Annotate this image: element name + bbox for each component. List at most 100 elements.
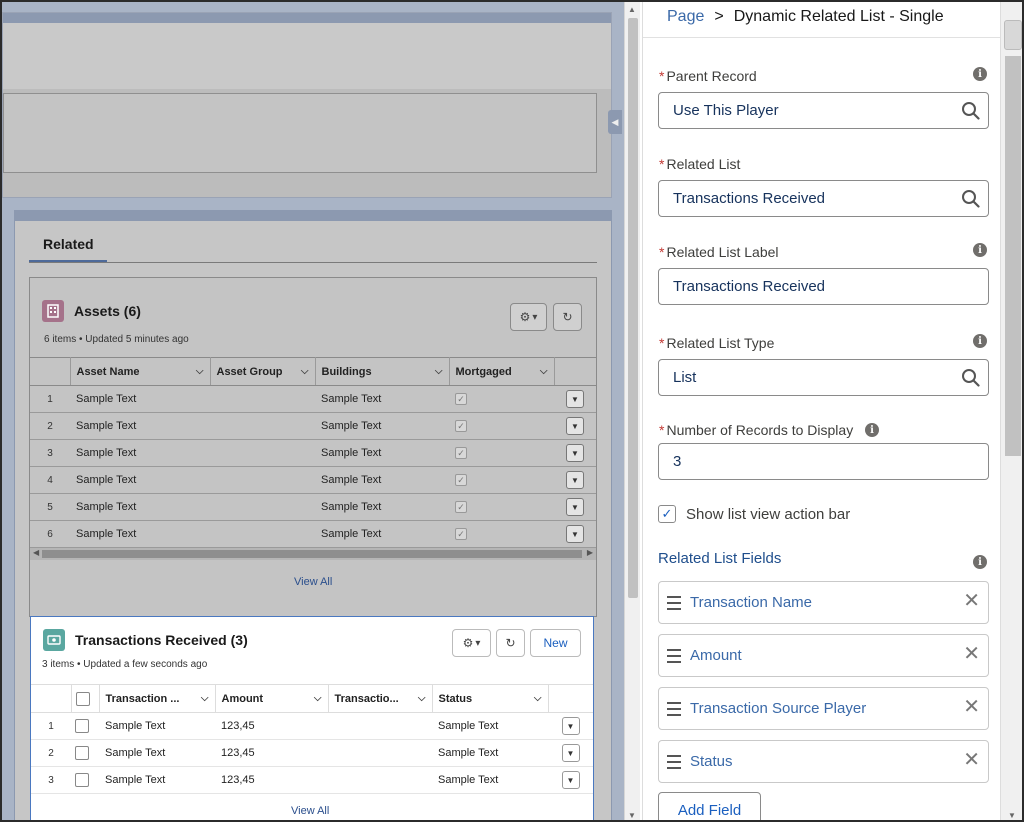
header-component-placeholder[interactable]	[2, 12, 612, 198]
buildings-cell: Sample Text	[315, 466, 449, 494]
drag-handle-icon[interactable]	[667, 755, 681, 773]
chevron-down-icon[interactable]: ⌵	[534, 693, 542, 704]
scroll-thumb[interactable]	[1005, 56, 1021, 456]
row-action-dropdown[interactable]: ▼	[566, 498, 584, 516]
add-field-button[interactable]: Add Field	[658, 792, 761, 820]
row-checkbox[interactable]	[75, 746, 89, 760]
column-header[interactable]: Asset Name ⌵	[70, 357, 211, 386]
transactions-subtitle: 3 items • Updated a few seconds ago	[42, 659, 208, 670]
row-action-dropdown[interactable]: ▼	[561, 717, 580, 735]
scroll-thumb[interactable]	[628, 18, 638, 598]
transactions-view-all-link[interactable]: View All	[291, 805, 329, 817]
parent-record-field[interactable]: Use This Player	[658, 92, 989, 129]
search-icon[interactable]	[961, 101, 980, 125]
scroll-down-icon[interactable]: ▼	[628, 811, 636, 820]
related-list-type-field[interactable]: List	[658, 359, 989, 396]
canvas-vertical-scrollbar[interactable]: ▲ ▼	[624, 2, 640, 820]
chevron-down-icon[interactable]: ⌵	[196, 366, 204, 377]
drag-handle-icon[interactable]	[667, 702, 681, 720]
transactions-settings-button[interactable]: ⚙ ▾	[452, 629, 491, 657]
related-list-label-input[interactable]: Transactions Received	[658, 268, 989, 305]
select-all-checkbox[interactable]	[75, 691, 90, 706]
info-icon[interactable]: i	[973, 243, 987, 257]
scroll-down-icon[interactable]: ▼	[1008, 811, 1016, 820]
table-row: 2 Sample Text 123,45 Sample Text ▼	[31, 739, 593, 767]
row-action-dropdown[interactable]: ▼	[566, 525, 584, 543]
remove-icon[interactable]: ✕	[963, 591, 980, 611]
field-pill[interactable]: Transaction Source Player ✕	[658, 687, 989, 730]
related-list-field[interactable]: Transactions Received	[658, 180, 989, 217]
checkbox-checked: ✓	[455, 420, 467, 433]
scroll-left-icon[interactable]: ◀	[33, 548, 39, 557]
search-icon[interactable]	[961, 368, 980, 392]
show-action-bar-row[interactable]: ✓ Show list view action bar	[658, 505, 850, 523]
transaction-source-cell	[328, 712, 432, 740]
info-icon[interactable]: i	[973, 67, 987, 81]
show-action-bar-checkbox[interactable]: ✓	[658, 505, 676, 523]
drag-handle-icon[interactable]	[667, 649, 681, 667]
column-header[interactable]: Amount ⌵	[215, 684, 329, 713]
chevron-down-icon[interactable]: ⌵	[435, 366, 443, 377]
scroll-up-icon[interactable]: ▲	[628, 5, 636, 14]
info-icon[interactable]: i	[973, 555, 987, 569]
chevron-down-icon[interactable]: ⌵	[201, 693, 209, 704]
remove-icon[interactable]: ✕	[963, 644, 980, 664]
column-header[interactable]: Transaction ... ⌵	[99, 684, 216, 713]
drag-handle-icon[interactable]	[667, 596, 681, 614]
scroll-right-icon[interactable]: ▶	[587, 548, 593, 557]
row-action-dropdown[interactable]: ▼	[561, 744, 580, 762]
collapse-panel-icon[interactable]: ◀	[608, 110, 622, 134]
select-all-header	[71, 684, 100, 713]
search-icon[interactable]	[961, 189, 980, 213]
field-pill[interactable]: Transaction Name ✕	[658, 581, 989, 624]
column-header[interactable]: Transactio... ⌵	[328, 684, 433, 713]
chevron-down-icon[interactable]: ⌵	[301, 366, 309, 377]
amount-cell: 123,45	[215, 712, 328, 740]
info-icon[interactable]: i	[973, 334, 987, 348]
chevron-down-icon[interactable]: ⌵	[540, 366, 548, 377]
row-action-dropdown[interactable]: ▼	[566, 417, 584, 435]
panel-vertical-scrollbar[interactable]: ▼	[1000, 2, 1022, 820]
asset-name-cell: Sample Text	[70, 385, 210, 413]
chevron-down-icon[interactable]: ⌵	[314, 693, 322, 704]
row-action-dropdown[interactable]: ▼	[561, 771, 580, 789]
chevron-down-icon: ▾	[475, 637, 481, 649]
scroll-thumb[interactable]	[42, 550, 582, 558]
row-action-dropdown[interactable]: ▼	[566, 390, 584, 408]
tab-related[interactable]: Related	[43, 236, 94, 252]
row-action-dropdown[interactable]: ▼	[566, 444, 584, 462]
chevron-down-icon[interactable]: ⌵	[418, 693, 426, 704]
parent-record-label: * Parent Record	[659, 68, 757, 84]
column-header[interactable]: Status ⌵	[432, 684, 549, 713]
field-pill[interactable]: Amount ✕	[658, 634, 989, 677]
asset-name-cell: Sample Text	[70, 412, 210, 440]
assets-refresh-button[interactable]: ↻	[553, 303, 582, 331]
asset-group-cell	[210, 412, 315, 440]
row-checkbox[interactable]	[75, 773, 89, 787]
num-records-input[interactable]: 3	[658, 443, 989, 480]
show-action-bar-label: Show list view action bar	[686, 505, 851, 523]
breadcrumb-separator: >	[714, 8, 724, 25]
remove-icon[interactable]: ✕	[963, 697, 980, 717]
table-row: 4 Sample Text Sample Text ✓ ▼	[30, 466, 596, 494]
column-header[interactable]: Mortgaged ⌵	[449, 357, 555, 386]
column-header[interactable]: Buildings ⌵	[315, 357, 450, 386]
transaction-name-cell: Sample Text	[99, 739, 215, 767]
transactions-related-list[interactable]: Transactions Received (3) 3 items • Upda…	[30, 616, 594, 820]
actions-header	[548, 684, 593, 713]
assets-view-all-link[interactable]: View All	[294, 576, 332, 588]
breadcrumb-page-link[interactable]: Page	[667, 8, 704, 25]
column-header[interactable]: Asset Group ⌵	[210, 357, 316, 386]
new-button[interactable]: New	[530, 629, 581, 657]
row-action-dropdown[interactable]: ▼	[566, 471, 584, 489]
asset-name-cell: Sample Text	[70, 439, 210, 467]
transactions-refresh-button[interactable]: ↻	[496, 629, 525, 657]
field-pill[interactable]: Status ✕	[658, 740, 989, 783]
asset-group-cell	[210, 493, 315, 521]
panel-collapse-handle[interactable]	[1004, 20, 1022, 50]
info-icon[interactable]: i	[865, 423, 879, 437]
remove-icon[interactable]: ✕	[963, 750, 980, 770]
assets-settings-button[interactable]: ⚙ ▾	[510, 303, 547, 331]
horizontal-scrollbar[interactable]: ◀ ▶	[30, 548, 596, 560]
row-checkbox[interactable]	[75, 719, 89, 733]
